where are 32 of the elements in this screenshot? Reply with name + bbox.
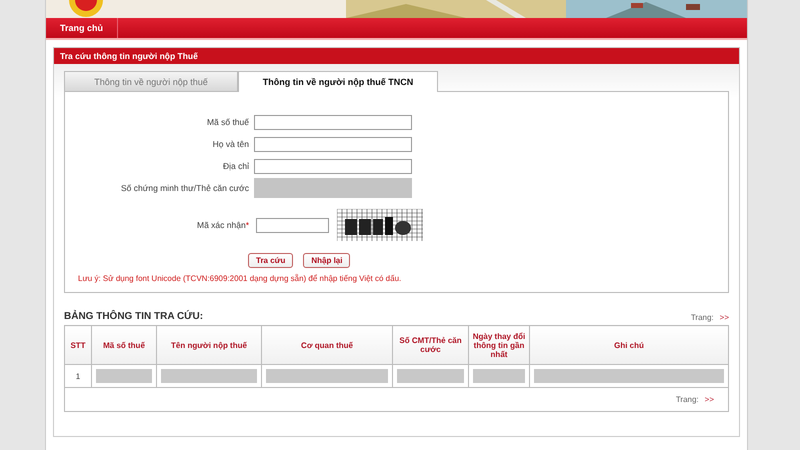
column-header: Cơ quan thuế xyxy=(262,326,392,364)
input-field[interactable] xyxy=(254,158,412,174)
next-page-link[interactable]: >> xyxy=(720,313,729,322)
input-field[interactable] xyxy=(254,136,412,152)
field-label: Mã xác nhận* xyxy=(196,220,250,230)
column-header: Tên người nộp thuế xyxy=(156,326,262,364)
pager-label: Trang: xyxy=(690,313,714,322)
pager-label: Trang: xyxy=(676,395,699,404)
redacted-block xyxy=(96,369,152,383)
note-text: Lưu ý: Sử dụng font Unicode (TCVN:6909:2001 dạng dựng sẵn) để nhập tiếng Việt có dấu. xyxy=(78,274,402,283)
input-field[interactable] xyxy=(254,114,412,130)
column-header: Ghi chú xyxy=(530,326,728,364)
field-label: Mã số thuế xyxy=(206,117,250,127)
panel-title: Tra cứu thông tin người nộp Thuế xyxy=(54,48,739,64)
nav-item[interactable]: Trang chủ xyxy=(46,18,118,38)
column-header: STT xyxy=(64,326,92,364)
tab[interactable]: Thông tin về người nộp thuế TNCN xyxy=(238,71,438,92)
form-button[interactable]: Nhập lại xyxy=(303,253,350,268)
table-cell: 1 xyxy=(64,364,92,388)
redacted-block xyxy=(397,369,464,383)
next-page-link[interactable]: >> xyxy=(704,395,714,404)
captcha-field[interactable] xyxy=(256,218,329,232)
tab[interactable]: Thông tin về người nộp thuế xyxy=(64,71,238,91)
column-header: Số CMT/Thẻ căn cước xyxy=(392,326,468,364)
redacted-block xyxy=(473,369,525,383)
field-label: Họ và tên xyxy=(212,139,250,149)
column-header: Mã số thuế xyxy=(92,326,156,364)
form-button[interactable]: Tra cứu xyxy=(248,253,294,268)
field-label: Địa chỉ xyxy=(222,161,250,171)
field-label: Số chứng minh thư/Thẻ căn cước xyxy=(120,183,250,193)
results-title: BẢNG THÔNG TIN TRA CỨU: xyxy=(64,311,204,322)
column-header: Ngày thay đổi thông tin gần nhất xyxy=(468,326,530,364)
